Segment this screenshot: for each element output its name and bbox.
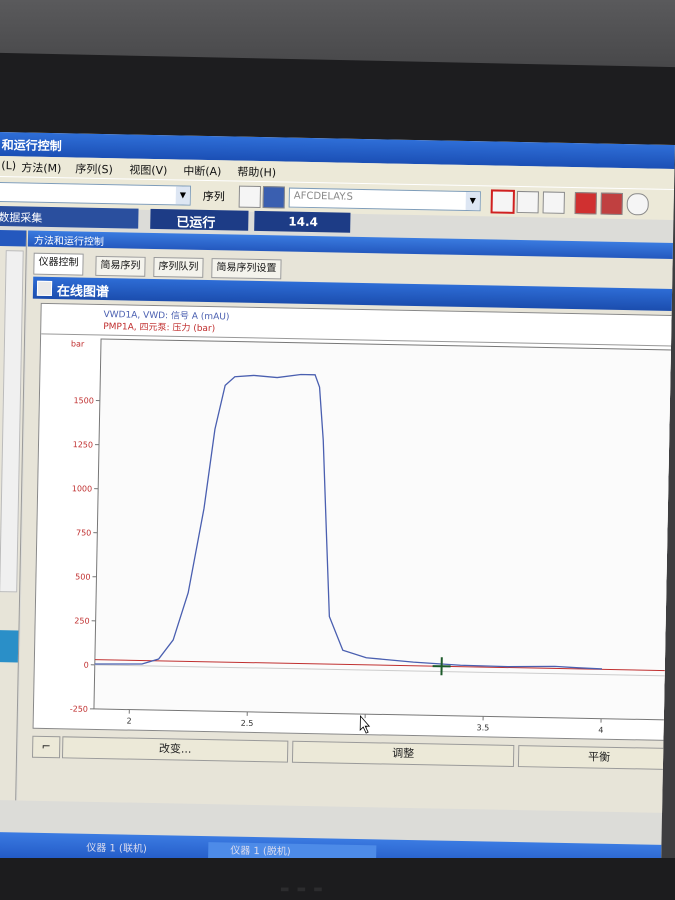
x-tick-label: 2.5 (241, 719, 254, 728)
left-pane-header (0, 229, 27, 247)
tab-instrument-control[interactable]: 仪器控制 (33, 252, 84, 276)
y-tick-label: 750 (76, 528, 91, 537)
tab-easy-sequence-setup[interactable]: 简易序列设置 (211, 258, 282, 280)
instrument-combo[interactable]: ▼ (0, 181, 192, 206)
view-data-icon[interactable] (516, 190, 539, 214)
monitor-bezel-top (0, 52, 675, 148)
status-left-text: 数据采集 (0, 210, 43, 225)
x-tick-label: 4 (598, 726, 603, 735)
run-state-box: 已运行 (150, 208, 249, 232)
adjust-button[interactable]: 调整 (291, 740, 515, 767)
instrument-stop-icon[interactable] (600, 192, 623, 215)
run-time: 14.4 (288, 214, 319, 230)
x-tick-label: 3.5 (476, 723, 489, 732)
view-layout-icon[interactable] (490, 189, 515, 214)
y-tick-label: 500 (75, 572, 90, 581)
panel-title: 方法和运行控制 (33, 235, 105, 249)
chevron-down-icon[interactable]: ▼ (465, 191, 480, 211)
y-tick-label: 1000 (72, 484, 93, 493)
status-left: 数据采集 (0, 205, 139, 229)
menu-item-l[interactable]: (L) (1, 159, 16, 172)
instrument-red-icon[interactable] (574, 192, 597, 215)
y-tick-labels: -250 0 250 500 750 1000 1250 1500 (70, 396, 94, 714)
x-tick-label: 2 (126, 717, 131, 726)
menu-item-view[interactable]: 视图(V) (129, 161, 167, 178)
view-report-icon[interactable] (542, 191, 565, 214)
chevron-down-icon[interactable]: ▼ (175, 186, 190, 205)
plot-window-icon (36, 280, 53, 297)
y-tick-label: 250 (74, 616, 89, 625)
window-title: 和运行控制 (1, 138, 62, 154)
change-button[interactable]: 改变... (61, 736, 289, 763)
run-time-box: 14.4 (254, 210, 351, 233)
y-tick-label: 0 (84, 661, 89, 670)
monitor-brand-logo: ▬ ▬ ▬ (280, 884, 325, 895)
online-plot-chart: VWD1A, VWD: 信号 A (mAU) PMP1A, 四元泵: 压力 (b… (41, 308, 675, 735)
save-icon[interactable] (262, 186, 286, 209)
menu-item-help[interactable]: 帮助(H) (237, 164, 276, 181)
screen: 和运行控制 (L) 方法(M) 序列(S) 视图(V) 中断(A) 帮助(H) … (0, 132, 675, 875)
plot-area (93, 338, 675, 721)
y-tick-label: -250 (70, 704, 88, 713)
monitor-bezel-bottom (0, 858, 675, 900)
menu-item-abort[interactable]: 中断(A) (183, 163, 221, 180)
y-tick-label: 1500 (73, 396, 94, 405)
balance-button[interactable]: 平衡 (517, 745, 675, 771)
collapse-button[interactable]: ⌐ (31, 735, 61, 759)
legend-pmp-label: PMP1A, 四元泵: 压力 (bar) (103, 320, 215, 334)
menu-item-sequence[interactable]: 序列(S) (75, 160, 113, 177)
online-plot-title: 在线图谱 (56, 284, 110, 301)
left-scrollbar[interactable] (0, 250, 24, 593)
method-combo[interactable]: AFCDELAY.S ▼ (288, 187, 481, 212)
instrument-status-icon[interactable] (626, 193, 649, 216)
mouse-arrow (359, 714, 371, 734)
run-state: 已运行 (176, 215, 216, 232)
method-run-panel: 方法和运行控制 仪器控制 简易序列 序列队列 简易序列设置 在线图谱 VWD1A… (17, 230, 675, 814)
online-plot-frame: VWD1A, VWD: 信号 A (mAU) PMP1A, 四元泵: 压力 (b… (32, 302, 675, 742)
tab-sequence-queue[interactable]: 序列队列 (153, 256, 204, 278)
left-pane-accent (0, 629, 19, 663)
panel-header: 方法和运行控制 (27, 230, 675, 260)
method-value: AFCDELAY.S (293, 190, 353, 203)
tab-easy-sequence[interactable]: 简易序列 (95, 255, 146, 277)
sequence-open-icon[interactable] (238, 185, 262, 209)
y-tick-label: 1250 (73, 440, 94, 449)
menu-item-method[interactable]: 方法(M) (21, 159, 61, 176)
sequence-label: 序列 (202, 189, 225, 204)
legend-vwd-label: VWD1A, VWD: 信号 A (mAU) (103, 308, 229, 322)
mouse-pointer-icon (359, 714, 371, 734)
y-axis-unit: bar (71, 339, 85, 348)
